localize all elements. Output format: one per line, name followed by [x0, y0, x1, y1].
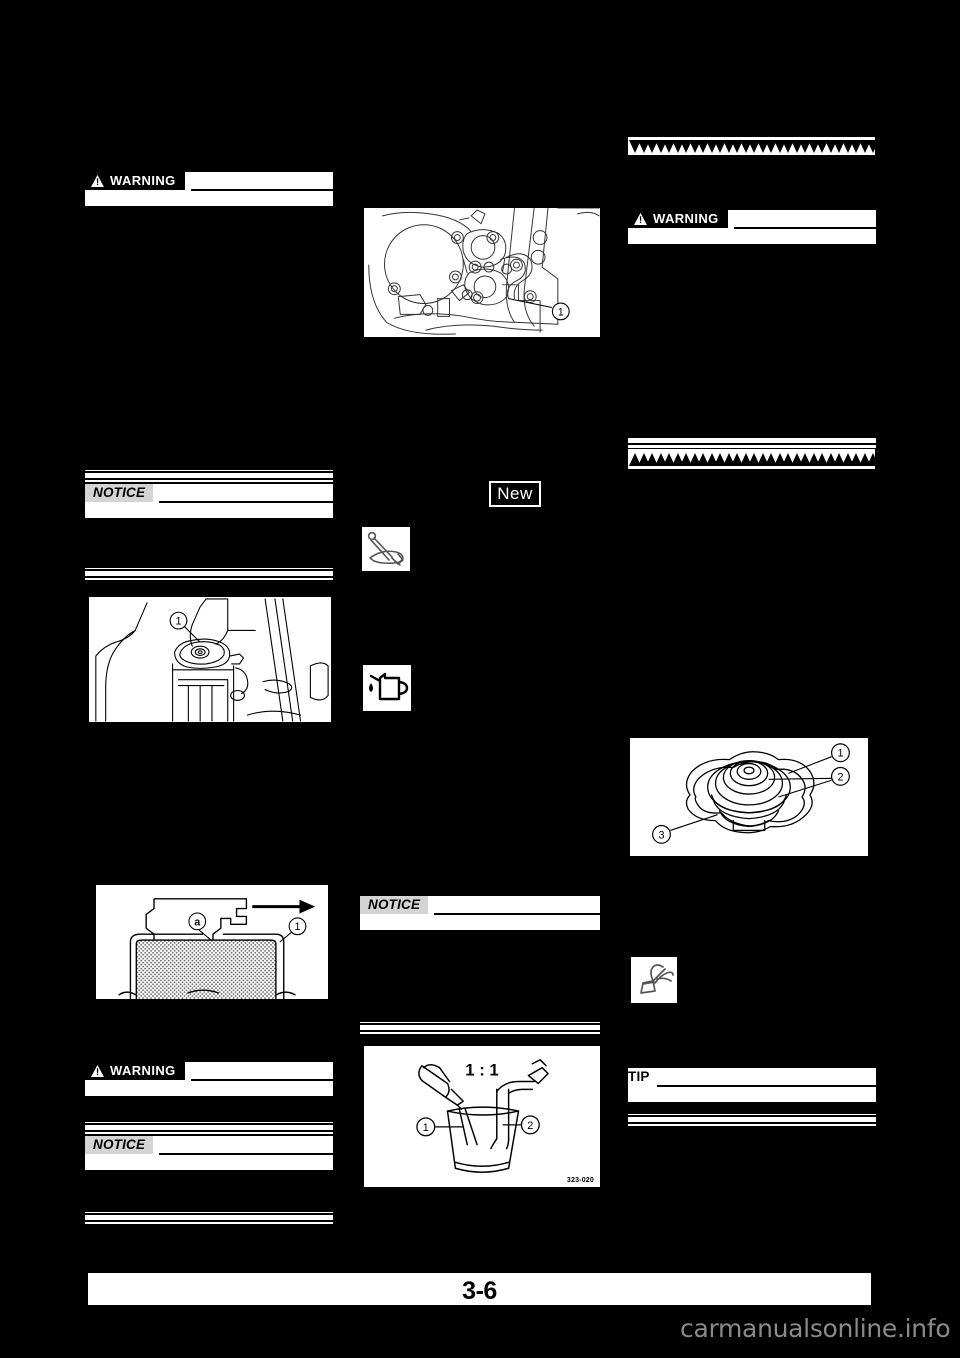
warning-label: WARNING	[110, 172, 176, 188]
left-rules-above-notice-2	[85, 1122, 333, 1134]
warning-chip: WARNING	[628, 210, 728, 228]
middle-notice-body-1	[360, 922, 600, 930]
left-notice-header-1: NOTICE	[85, 484, 333, 510]
notice-label: NOTICE	[368, 897, 421, 913]
mixing-ratio-label: 1 : 1	[465, 1061, 499, 1080]
flow-arrow-icon	[252, 899, 316, 914]
middle-rules-below-notice-1	[360, 1022, 600, 1034]
new-part-tag: New	[486, 480, 544, 508]
figure-radiator-cap-seal-cross-section: a 1	[95, 884, 329, 1000]
svg-text:3: 3	[658, 829, 664, 841]
tip-label: TIP	[628, 1069, 650, 1085]
svg-text:a: a	[194, 916, 201, 928]
figure-radiator-cap-parts: 1 2 3	[629, 737, 869, 857]
callout-a: a	[188, 912, 212, 941]
right-rules-below-tip-1	[628, 1114, 876, 1126]
svg-text:1: 1	[558, 306, 564, 318]
engine-drain-bolt-drawing: 1	[368, 208, 600, 335]
radiator-cap-removal-drawing: 1	[95, 598, 329, 722]
new-tag-label: New	[489, 480, 541, 508]
figure-engine-coolant-drain-bolt: 1	[363, 207, 601, 338]
left-warning-header-2: WARNING	[85, 1062, 333, 1088]
notice-chip: NOTICE	[85, 1136, 154, 1154]
radiator-cap-parts-drawing: 1 2 3	[652, 743, 850, 844]
manual-page: WARNING NOTICE 1 a 1 WARNING NOTICE 1 Ne…	[0, 0, 960, 1358]
notice-label: NOTICE	[93, 1137, 146, 1153]
right-rules-above-triangles	[628, 436, 876, 448]
notice-chip: NOTICE	[360, 896, 429, 914]
left-rules-below-notice-2	[85, 1212, 333, 1224]
coolant-mixing-drawing: 1 : 1 1 2	[416, 1059, 549, 1173]
torque-wrench-icon	[362, 527, 410, 571]
warning-triangle-icon	[91, 175, 104, 187]
warning-triangle-icon	[91, 1065, 104, 1077]
svg-text:1: 1	[175, 616, 181, 628]
figure-coolant-mixing: 1 : 1 1 2 323-020	[363, 1045, 601, 1188]
header-rule	[159, 501, 333, 503]
left-warning-body-2	[85, 1088, 333, 1096]
svg-text:1: 1	[837, 748, 843, 760]
header-rule	[656, 1085, 876, 1087]
svg-text:2: 2	[527, 1120, 533, 1132]
left-rules-below-notice-1	[85, 568, 333, 580]
warning-label: WARNING	[110, 1062, 176, 1078]
site-watermark: carmanualsonline.info	[680, 1314, 951, 1343]
warning-label: WARNING	[653, 210, 719, 226]
notice-chip: NOTICE	[85, 484, 154, 502]
left-rules-above-notice-1	[85, 470, 333, 482]
right-tip-header-1: TIP	[628, 1068, 876, 1094]
header-rule	[190, 1079, 333, 1081]
warning-triangle-icon	[634, 213, 647, 225]
special-tool-icon	[631, 957, 677, 1003]
header-rule	[159, 1153, 333, 1155]
svg-text:1: 1	[423, 1122, 429, 1134]
right-warning-header-1: WARNING	[628, 210, 876, 236]
left-notice-body-2	[85, 1162, 333, 1170]
tip-chip: TIP	[628, 1068, 651, 1086]
figure-id: 323-020	[566, 1177, 594, 1184]
oil-can-icon	[363, 665, 411, 711]
middle-notice-header-1: NOTICE	[360, 896, 600, 922]
page-number: 3-6	[462, 1277, 497, 1305]
callout-3: 3	[652, 814, 718, 844]
header-rule	[733, 227, 876, 229]
right-tip-body-1	[628, 1094, 876, 1102]
svg-text:1: 1	[294, 921, 300, 933]
warning-chip: WARNING	[85, 172, 185, 190]
callout-2: 2	[768, 766, 850, 798]
figure-radiator-cap-removal: 1	[88, 596, 332, 723]
left-warning-body-1	[85, 198, 333, 206]
header-rule	[434, 913, 600, 915]
section-end-triangles-down	[628, 137, 875, 155]
callout-1: 1	[279, 917, 307, 943]
header-rule	[190, 189, 333, 191]
left-notice-body-1	[85, 510, 333, 518]
callout-1: 1	[416, 1117, 464, 1137]
section-start-triangles-up	[628, 449, 875, 469]
notice-label: NOTICE	[93, 485, 146, 501]
warning-chip: WARNING	[85, 1062, 185, 1080]
right-warning-body-1	[628, 236, 876, 244]
left-notice-header-2: NOTICE	[85, 1136, 333, 1162]
svg-text:2: 2	[837, 771, 843, 783]
left-warning-header-1: WARNING	[85, 172, 333, 198]
seal-cross-section-drawing: a 1	[118, 898, 316, 999]
callout-1: 1	[508, 298, 570, 321]
